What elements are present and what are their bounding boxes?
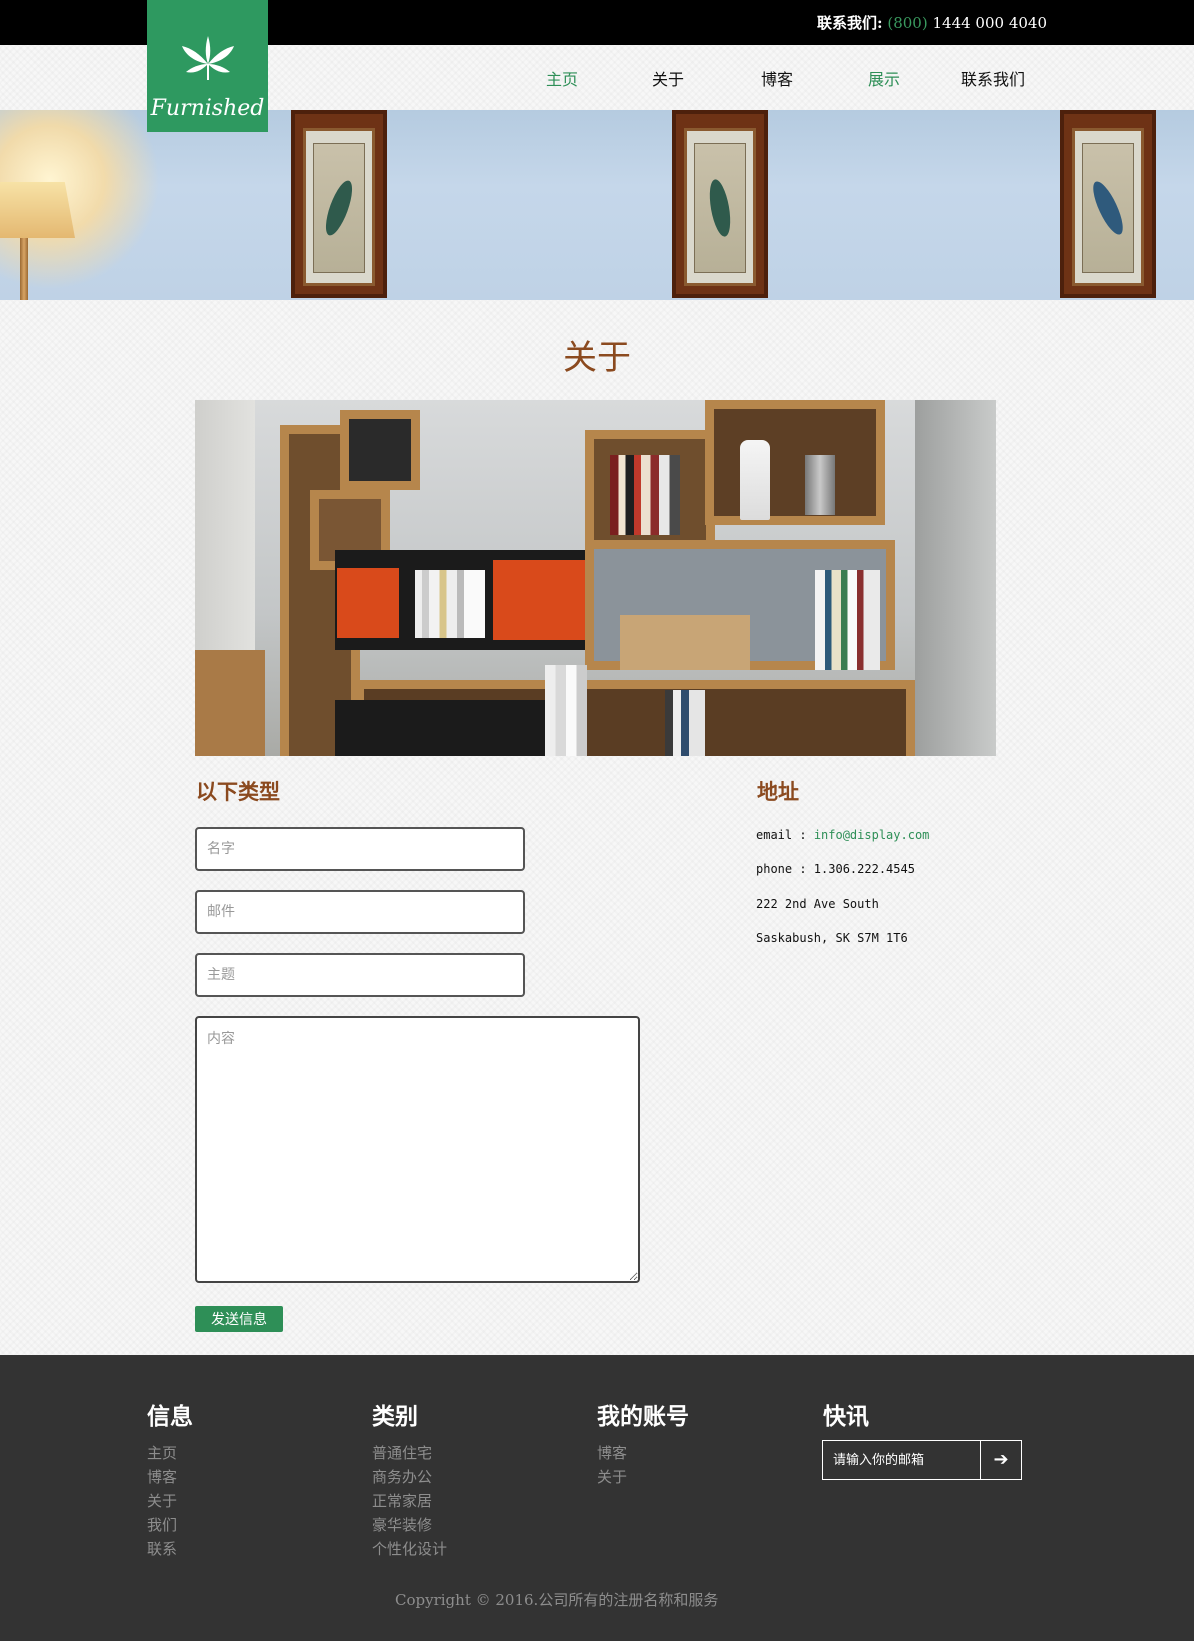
footer-column-newsletter: 快讯 <box>823 1397 869 1441</box>
address-street-line: 222 2nd Ave South <box>756 897 879 911</box>
footer-link[interactable]: 博客 <box>147 1465 193 1489</box>
newsletter-form: ➔ <box>822 1440 1022 1480</box>
header-contact: 联系我们: (800) 1444 000 4040 <box>817 12 1047 33</box>
nav-item-blog[interactable]: 博客 <box>761 66 793 90</box>
footer-link[interactable]: 正常家居 <box>372 1489 447 1513</box>
email-link[interactable]: info@display.com <box>814 828 930 842</box>
footer-link[interactable]: 主页 <box>147 1441 193 1465</box>
nav-item-showcase[interactable]: 展示 <box>868 66 900 90</box>
nav-item-contact[interactable]: 联系我们 <box>961 66 1025 90</box>
phone-number: 1444 000 4040 <box>932 14 1047 32</box>
logo-text: Furnished <box>150 96 265 121</box>
footer-link[interactable]: 关于 <box>147 1489 193 1513</box>
lamp-stem <box>20 238 28 300</box>
footer-link[interactable]: 个性化设计 <box>372 1537 447 1561</box>
name-field[interactable] <box>195 827 525 871</box>
footer-link[interactable]: 豪华装修 <box>372 1513 447 1537</box>
footer-link[interactable]: 关于 <box>597 1465 689 1489</box>
picture-frame <box>672 110 768 298</box>
footer-column-title: 快讯 <box>823 1403 869 1430</box>
arrow-right-icon[interactable]: ➔ <box>981 1441 1021 1479</box>
footer-link[interactable]: 普通住宅 <box>372 1441 447 1465</box>
address-email-line: email : info@display.com <box>756 828 929 842</box>
footer-column-title: 信息 <box>147 1403 193 1430</box>
footer-column-account: 我的账号 博客 关于 <box>597 1397 689 1489</box>
picture-frame <box>291 110 387 298</box>
email-field[interactable] <box>195 890 525 934</box>
hero-banner <box>0 110 1194 300</box>
copyright-text: Copyright © 2016.公司所有的注册名称和服务 <box>395 1591 719 1609</box>
contact-label: 联系我们: <box>817 14 883 32</box>
lamp-shade <box>0 182 75 238</box>
email-label: email : <box>756 828 807 842</box>
address-city-line: Saskabush, SK S7M 1T6 <box>756 931 908 945</box>
subject-field[interactable] <box>195 953 525 997</box>
footer-column-title: 我的账号 <box>597 1403 689 1430</box>
nav-item-about[interactable]: 关于 <box>652 66 684 90</box>
phone-area-code: (800) <box>887 14 928 32</box>
footer-link[interactable]: 我们 <box>147 1513 193 1537</box>
leaf-icon <box>182 36 234 80</box>
footer-column-title: 类别 <box>372 1403 418 1430</box>
footer-column-info: 信息 主页 博客 关于 我们 联系 <box>147 1397 193 1561</box>
picture-frame <box>1060 110 1156 298</box>
footer-column-categories: 类别 普通住宅 商务办公 正常家居 豪华装修 个性化设计 <box>372 1397 447 1561</box>
nav-item-home[interactable]: 主页 <box>546 66 578 90</box>
bookshelf-image <box>195 400 996 756</box>
send-message-button[interactable]: 发送信息 <box>195 1306 283 1332</box>
form-heading: 以下类型 <box>196 779 280 804</box>
message-field[interactable] <box>195 1016 640 1283</box>
footer-link[interactable]: 联系 <box>147 1537 193 1561</box>
address-phone-line: phone : 1.306.222.4545 <box>756 862 915 876</box>
footer-link[interactable]: 博客 <box>597 1441 689 1465</box>
newsletter-email-input[interactable] <box>823 1441 981 1479</box>
address-heading: 地址 <box>757 779 799 804</box>
page-title: 关于 <box>563 338 631 378</box>
footer-link[interactable]: 商务办公 <box>372 1465 447 1489</box>
site-footer: 信息 主页 博客 关于 我们 联系 类别 普通住宅 商务办公 正常家居 豪华装修… <box>0 1355 1194 1641</box>
site-logo[interactable]: Furnished <box>147 0 268 132</box>
